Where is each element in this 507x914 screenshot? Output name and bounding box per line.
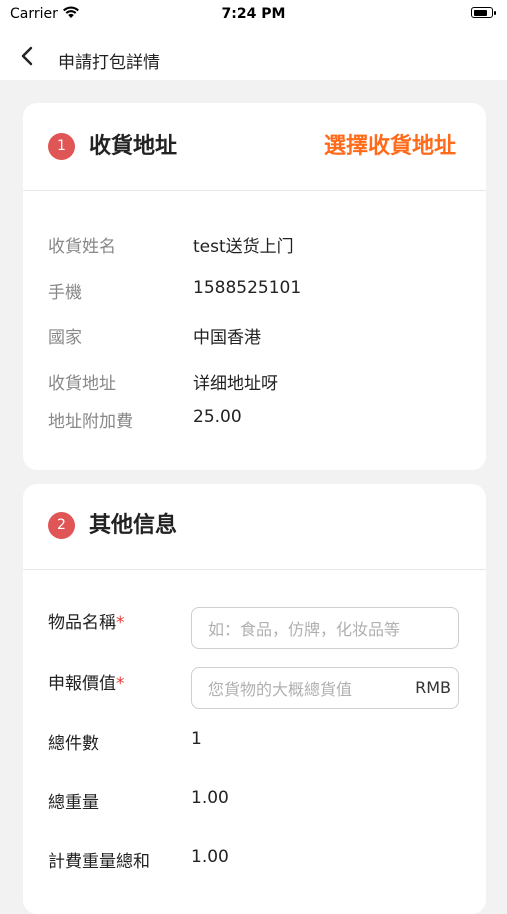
back-button[interactable]	[14, 42, 42, 70]
currency-unit: RMB	[415, 678, 451, 697]
page-title: 申請打包詳情	[58, 53, 160, 73]
info-label: 國家	[48, 328, 82, 348]
billable-weight-label: 計費重量總和	[48, 852, 150, 872]
item-name-input[interactable]	[206, 608, 455, 650]
other-info-card-header: 2 其他信息	[23, 484, 486, 570]
info-row-surcharge: 地址附加費 25.00	[48, 407, 468, 432]
nav-bar: 申請打包詳情	[0, 30, 507, 80]
declared-value-field[interactable]: RMB	[191, 667, 459, 710]
address-card: 1 收貨地址 選擇收貨地址 收貨姓名 test送货上门 手機 158852510…	[23, 103, 486, 470]
select-address-link[interactable]: 選擇收貨地址	[324, 128, 456, 160]
info-row-recipient: 收貨姓名 test送货上门	[48, 232, 468, 257]
info-label: 手機	[48, 283, 82, 303]
info-row-country: 國家 中国香港	[48, 323, 468, 348]
billable-weight-value: 1.00	[191, 847, 229, 867]
info-row-address: 收貨地址 详细地址呀	[48, 369, 468, 394]
info-label: 地址附加費	[48, 412, 133, 432]
total-pieces-value: 1	[191, 729, 202, 749]
status-bar: Carrier 7:24 PM	[0, 0, 507, 30]
step-badge-2: 2	[48, 512, 75, 539]
required-mark: *	[116, 674, 125, 694]
item-name-label: 物品名稱*	[48, 613, 125, 633]
total-weight-label: 總重量	[48, 793, 99, 813]
address-card-header: 1 收貨地址 選擇收貨地址	[23, 103, 486, 191]
info-value: 详细地址呀	[193, 374, 278, 394]
other-info-card: 2 其他信息 物品名稱* 申報價值* RMB 總件數 1 總重量 1.00 計費…	[23, 484, 486, 914]
clock: 7:24 PM	[221, 6, 286, 22]
info-label: 收貨姓名	[48, 237, 116, 257]
other-section-title: 其他信息	[89, 513, 178, 538]
step-badge-1: 1	[48, 133, 75, 160]
declared-value-input[interactable]	[206, 668, 410, 710]
required-mark: *	[116, 613, 125, 633]
info-value: test送货上门	[193, 237, 294, 257]
info-value: 25.00	[193, 407, 242, 427]
declared-value-label: 申報價值*	[48, 674, 125, 694]
address-section-title: 收貨地址	[89, 134, 178, 159]
total-pieces-label: 總件數	[48, 734, 99, 754]
info-value: 1588525101	[193, 278, 302, 298]
info-value: 中国香港	[193, 328, 261, 348]
battery-icon	[471, 7, 496, 18]
item-name-field[interactable]	[191, 607, 459, 650]
info-label: 收貨地址	[48, 374, 116, 394]
info-row-phone: 手機 1588525101	[48, 278, 468, 303]
total-weight-value: 1.00	[191, 788, 229, 808]
